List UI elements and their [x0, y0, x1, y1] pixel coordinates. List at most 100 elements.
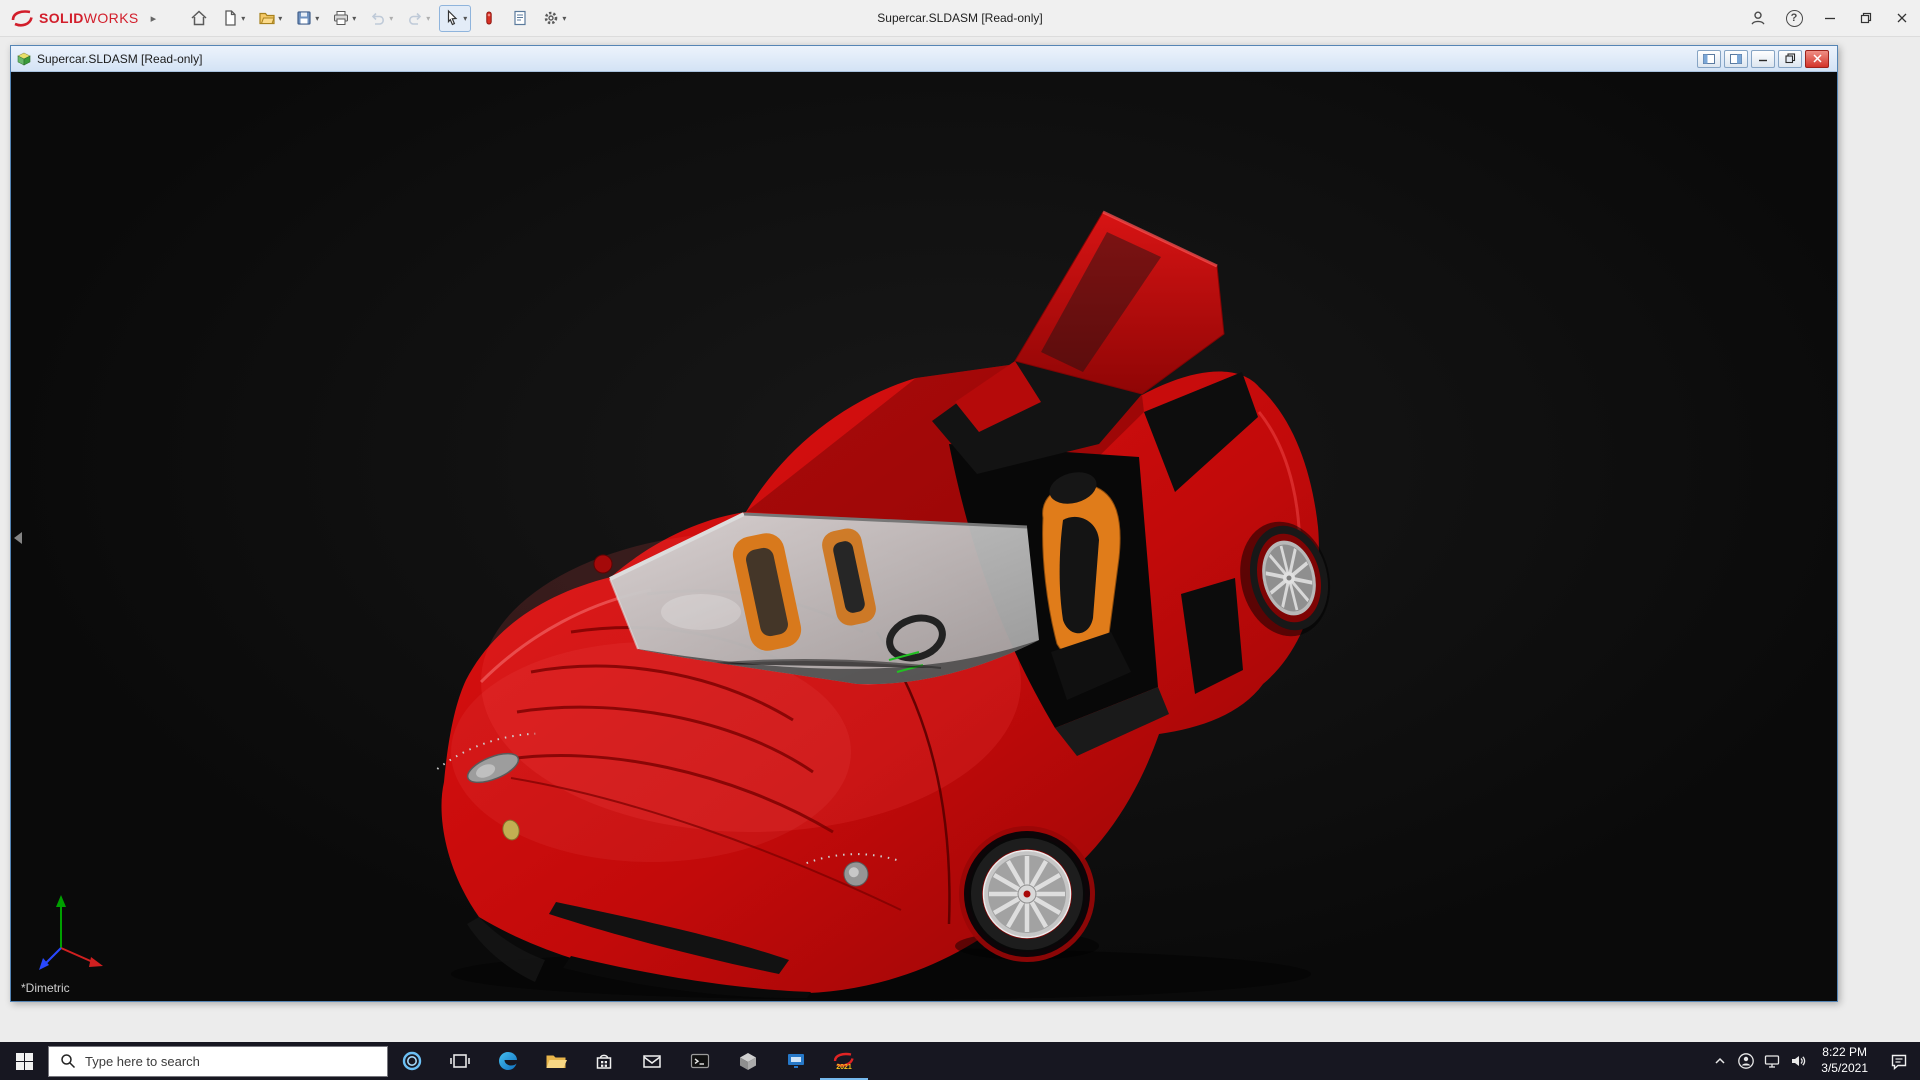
car-model-3d-view[interactable] [11, 72, 1837, 1001]
doc-restore-button[interactable] [1778, 49, 1802, 68]
pane-right-button[interactable] [1724, 49, 1748, 68]
caret-icon[interactable]: ▾ [562, 14, 566, 23]
redo-button[interactable]: ▾ [402, 5, 434, 32]
print-button[interactable]: ▾ [328, 5, 360, 32]
edge-button[interactable] [484, 1042, 532, 1080]
restore-icon [1784, 53, 1795, 64]
cortana-icon [402, 1051, 422, 1071]
new-document-button[interactable]: ▾ [217, 5, 249, 32]
redo-icon [409, 12, 422, 25]
triad-x-axis[interactable] [89, 957, 103, 967]
command-prompt-button[interactable] [676, 1042, 724, 1080]
save-button[interactable]: ▾ [291, 5, 323, 32]
remote-desktop-button[interactable] [772, 1042, 820, 1080]
task-view-icon [450, 1054, 470, 1068]
account-button[interactable] [1740, 0, 1776, 36]
close-icon [1812, 54, 1822, 63]
rebuild-button[interactable] [476, 5, 502, 32]
system-tray: 8:22 PM 3/5/2021 [1707, 1042, 1920, 1080]
file-properties-icon [514, 10, 526, 26]
task-view-button[interactable] [436, 1042, 484, 1080]
open-button[interactable]: ▾ [254, 5, 286, 32]
menu-expand-icon[interactable]: ▸ [145, 12, 163, 25]
solidworks-taskbar-button[interactable]: 2021 [820, 1042, 868, 1080]
select-cursor-icon [448, 9, 458, 26]
graphics-viewport[interactable]: *Dimetric [11, 72, 1837, 1001]
open-folder-icon [259, 12, 275, 25]
home-button[interactable] [186, 5, 212, 32]
featuremanager-flyout-arrow[interactable] [14, 532, 22, 544]
document-window-controls [1697, 49, 1832, 68]
document-window: Supercar.SLDASM [Read-only] *Dimetric [10, 45, 1838, 1002]
caret-icon[interactable]: ▾ [241, 14, 245, 23]
start-button[interactable] [0, 1042, 48, 1080]
file-properties-button[interactable] [507, 5, 533, 32]
chevron-up-icon [1715, 1057, 1725, 1064]
brand-text-works: WORKS [83, 10, 139, 26]
file-explorer-button[interactable] [532, 1042, 580, 1080]
caret-icon[interactable]: ▾ [463, 14, 467, 23]
app-minimize-button[interactable] [1812, 0, 1848, 36]
options-gear-icon [545, 11, 558, 25]
volume-icon [1792, 1056, 1806, 1066]
help-button[interactable]: ? [1776, 0, 1812, 36]
car-mirror [593, 554, 613, 574]
store-button[interactable] [580, 1042, 628, 1080]
undo-icon [372, 12, 385, 25]
solidworks-logo: SOLIDWORKS [0, 7, 145, 29]
pane-left-icon [1703, 53, 1715, 64]
options-button[interactable]: ▾ [538, 5, 570, 32]
action-center-button[interactable] [1878, 1042, 1920, 1080]
brand-text-solid: SOLID [39, 10, 84, 26]
volume-button[interactable] [1785, 1042, 1811, 1080]
app-restore-button[interactable] [1848, 0, 1884, 36]
remote-desktop-icon [788, 1054, 804, 1068]
home-icon [191, 10, 207, 26]
tray-person-button[interactable] [1733, 1042, 1759, 1080]
taskbar-search[interactable] [48, 1045, 388, 1077]
tray-expand-button[interactable] [1707, 1042, 1733, 1080]
pane-left-button[interactable] [1697, 49, 1721, 68]
restore-icon [1860, 12, 1872, 24]
taskbar: 2021 [0, 1042, 1920, 1080]
pane-right-icon [1730, 53, 1742, 64]
edge-icon [499, 1052, 517, 1070]
caret-icon[interactable]: ▾ [352, 14, 356, 23]
clock-date: 3/5/2021 [1821, 1061, 1868, 1075]
caret-icon[interactable]: ▾ [278, 14, 282, 23]
assembly-icon [17, 52, 31, 65]
caret-icon[interactable]: ▾ [315, 14, 319, 23]
taskbar-clock[interactable]: 8:22 PM 3/5/2021 [1811, 1045, 1878, 1076]
clock-time: 8:22 PM [1822, 1045, 1867, 1060]
caret-icon: ▾ [389, 13, 394, 23]
document-titlebar[interactable]: Supercar.SLDASM [Read-only] [11, 46, 1837, 72]
quick-access-toolbar: ▾ ▾ ▾ ▾ ▾ ▾ ▾ ▾ [186, 4, 570, 32]
app-window-controls: ? [1740, 0, 1920, 36]
cortana-button[interactable] [388, 1042, 436, 1080]
orientation-triad[interactable] [21, 873, 121, 973]
triad-z-axis[interactable] [39, 958, 49, 970]
search-input[interactable] [85, 1053, 376, 1069]
search-icon [61, 1054, 76, 1069]
doc-minimize-button[interactable] [1751, 49, 1775, 68]
action-center-icon [1891, 1054, 1907, 1071]
minimize-icon [1758, 59, 1767, 62]
triad-y-axis[interactable] [56, 895, 66, 907]
document-title: Supercar.SLDASM [Read-only] [37, 51, 203, 66]
view-orientation-label: *Dimetric [21, 981, 70, 995]
mail-button[interactable] [628, 1042, 676, 1080]
select-button[interactable]: ▾ [439, 4, 472, 32]
mail-icon [643, 1055, 661, 1068]
network-button[interactable] [1759, 1042, 1785, 1080]
3d-cube-app-button[interactable] [724, 1042, 772, 1080]
doc-close-button[interactable] [1805, 49, 1829, 68]
person-icon [1738, 1053, 1755, 1069]
caret-icon: ▾ [426, 13, 431, 23]
app-close-button[interactable] [1884, 0, 1920, 36]
minimize-icon [1825, 17, 1835, 20]
app-titlebar: SOLIDWORKS ▸ ▾ ▾ ▾ ▾ ▾ ▾ ▾ ▾ Supercar.SL… [0, 0, 1920, 37]
save-icon [297, 11, 311, 25]
3d-cube-app-icon [740, 1053, 756, 1070]
account-icon [1751, 11, 1765, 25]
undo-button[interactable]: ▾ [365, 5, 397, 32]
